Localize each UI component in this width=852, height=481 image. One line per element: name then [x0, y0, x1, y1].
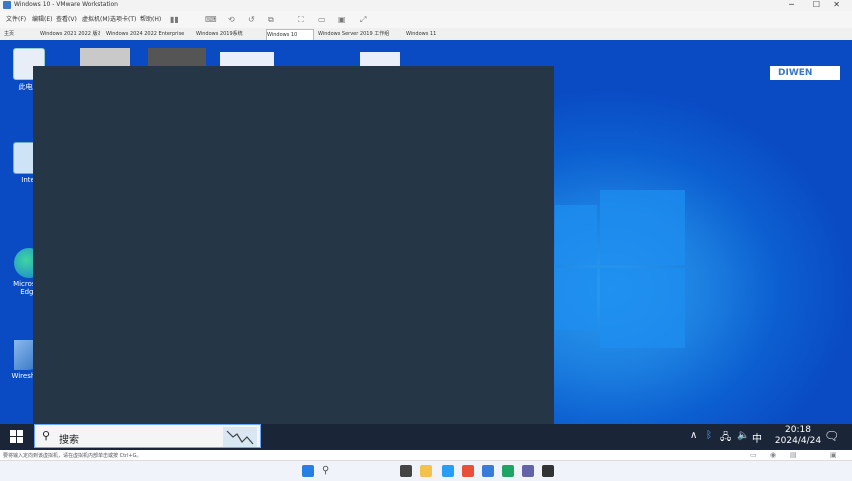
app-icon[interactable]: [462, 465, 474, 477]
host-titlebar: Windows 10 - VMware Workstation ─ ☐ ✕: [0, 0, 852, 11]
windows-logo-icon: [10, 430, 16, 436]
app-icon[interactable]: [522, 465, 534, 477]
network-icon[interactable]: 🖧: [720, 430, 731, 447]
menu-vm[interactable]: 虚拟机(M): [82, 14, 110, 23]
watermark: DIWEN: [770, 66, 840, 80]
tab-vm-6[interactable]: Windows 11: [406, 29, 450, 39]
minimize-button[interactable]: ─: [789, 0, 794, 9]
maximize-button[interactable]: ☐: [813, 0, 820, 9]
snapshot-icon[interactable]: ⟲: [228, 15, 237, 24]
host-window-title: Windows 10 - VMware Workstation: [14, 1, 118, 8]
tab-home[interactable]: 主页: [4, 29, 34, 39]
wallpaper-logo-pane: [600, 268, 685, 348]
device-icon[interactable]: ◉: [770, 451, 776, 459]
taskbar-search-box[interactable]: ⚲ 搜索: [34, 424, 261, 448]
host-taskbar: ⚲: [0, 460, 852, 481]
close-button[interactable]: ✕: [833, 0, 840, 9]
menu-view[interactable]: 查看(V): [56, 14, 77, 23]
guest-taskbar: ⚲ 搜索 ∧ ᛒ 🖧 🔈 中 20:18 2024/4/24 🗨: [0, 424, 852, 450]
volume-icon[interactable]: 🔈: [737, 430, 749, 441]
clock-date[interactable]: 2024/4/24: [770, 436, 826, 446]
menu-file[interactable]: 文件(F): [6, 14, 26, 23]
wallpaper-logo-pane: [555, 268, 597, 330]
device-icon[interactable]: ▭: [750, 451, 757, 459]
device-icon[interactable]: ▤: [790, 451, 797, 459]
stretch-icon[interactable]: ⤢: [360, 15, 369, 24]
windows-logo-icon: [17, 437, 23, 443]
notification-icon[interactable]: 🗨: [824, 429, 839, 443]
console-view-icon[interactable]: ▣: [338, 15, 347, 24]
tab-vm-2[interactable]: Windows 2024 2022 Enterprise: [106, 29, 186, 39]
show-hidden-icons-icon[interactable]: ∧: [690, 430, 697, 441]
app-icon[interactable]: [542, 465, 554, 477]
blank-app-window[interactable]: [33, 66, 554, 424]
unity-icon[interactable]: ▭: [318, 15, 327, 24]
search-placeholder: 搜索: [59, 435, 79, 446]
search-icon[interactable]: ⚲: [322, 465, 334, 477]
pause-icon[interactable]: ▮▮: [170, 15, 179, 24]
menu-tabs[interactable]: 选项卡(T): [110, 14, 136, 23]
wallpaper-logo-pane: [600, 190, 685, 265]
file-explorer-icon[interactable]: [420, 465, 432, 477]
start-icon[interactable]: [302, 465, 314, 477]
status-text: 要将输入定向到该虚拟机，请在虚拟机内部单击或按 Ctrl+G。: [3, 453, 142, 459]
bluetooth-icon[interactable]: ᛒ: [706, 430, 712, 441]
device-icon[interactable]: ▣: [830, 451, 837, 459]
menu-edit[interactable]: 编辑(E): [32, 14, 52, 23]
task-view-icon[interactable]: [400, 465, 412, 477]
tab-vm-windows10[interactable]: Windows 10: [266, 29, 314, 40]
search-highlight-icon: [223, 427, 257, 447]
host-statusbar: 要将输入定向到该虚拟机，请在虚拟机内部单击或按 Ctrl+G。 ▭ ◉ ▤ ▣: [0, 450, 852, 460]
ime-indicator[interactable]: 中: [752, 430, 762, 445]
watermark-text: DIWEN: [778, 68, 813, 78]
restore-snapshot-icon[interactable]: ↺: [248, 15, 257, 24]
fullscreen-icon[interactable]: ⛶: [298, 15, 307, 24]
host-menubar: 文件(F) 编辑(E) 查看(V) 虚拟机(M) 选项卡(T) 帮助(H) ▮▮…: [0, 11, 852, 29]
windows-logo-icon: [10, 437, 16, 443]
vmware-icon[interactable]: [482, 465, 494, 477]
tab-vm-5[interactable]: Windows Server 2019 工作组: [318, 29, 396, 39]
search-icon: ⚲: [42, 429, 51, 442]
app-icon[interactable]: [502, 465, 514, 477]
manage-snapshots-icon[interactable]: ⧉: [268, 15, 277, 24]
tab-vm-1[interactable]: Windows 2021 2022 版本...: [40, 29, 100, 39]
clock-time[interactable]: 20:18: [778, 425, 818, 435]
vmware-icon: [3, 1, 11, 9]
menu-help[interactable]: 帮助(H): [140, 14, 161, 23]
wallpaper-logo-pane: [555, 205, 597, 265]
start-button[interactable]: [10, 430, 24, 444]
edge-icon[interactable]: [442, 465, 454, 477]
send-keys-icon[interactable]: ⌨: [205, 15, 217, 24]
tab-vm-3[interactable]: Windows 2019系统: [196, 29, 258, 39]
windows-logo-icon: [17, 430, 23, 436]
